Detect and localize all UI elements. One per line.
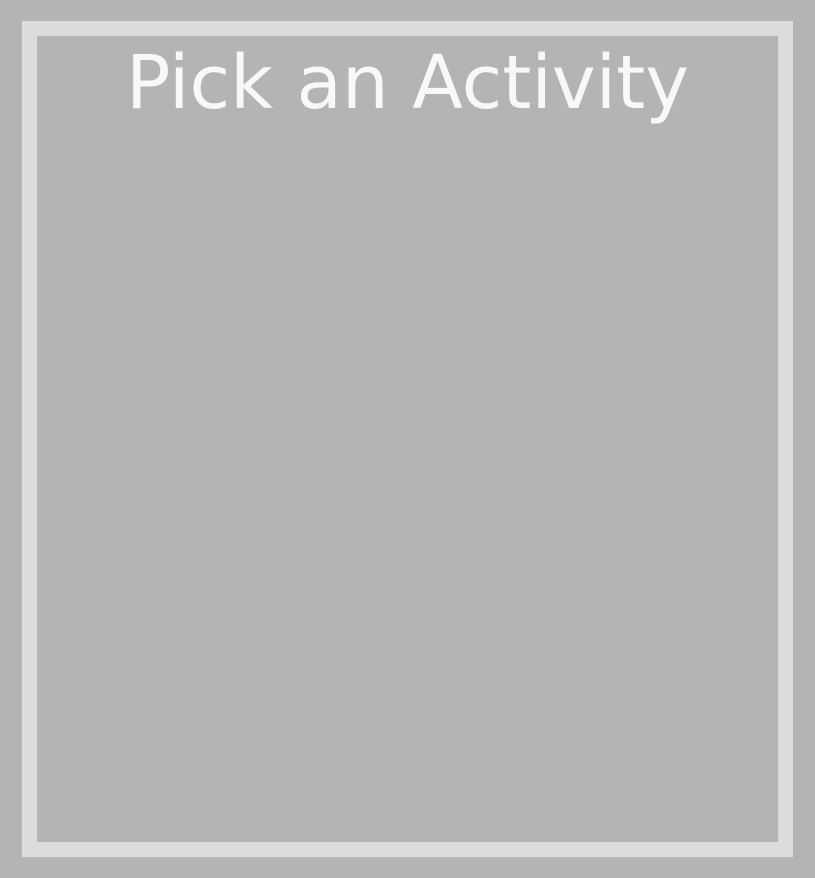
panel-title: Pick an Activity: [125, 40, 690, 126]
activity-picker-screen: Pick an Activity: [0, 0, 815, 878]
activity-panel-frame: [22, 21, 793, 857]
